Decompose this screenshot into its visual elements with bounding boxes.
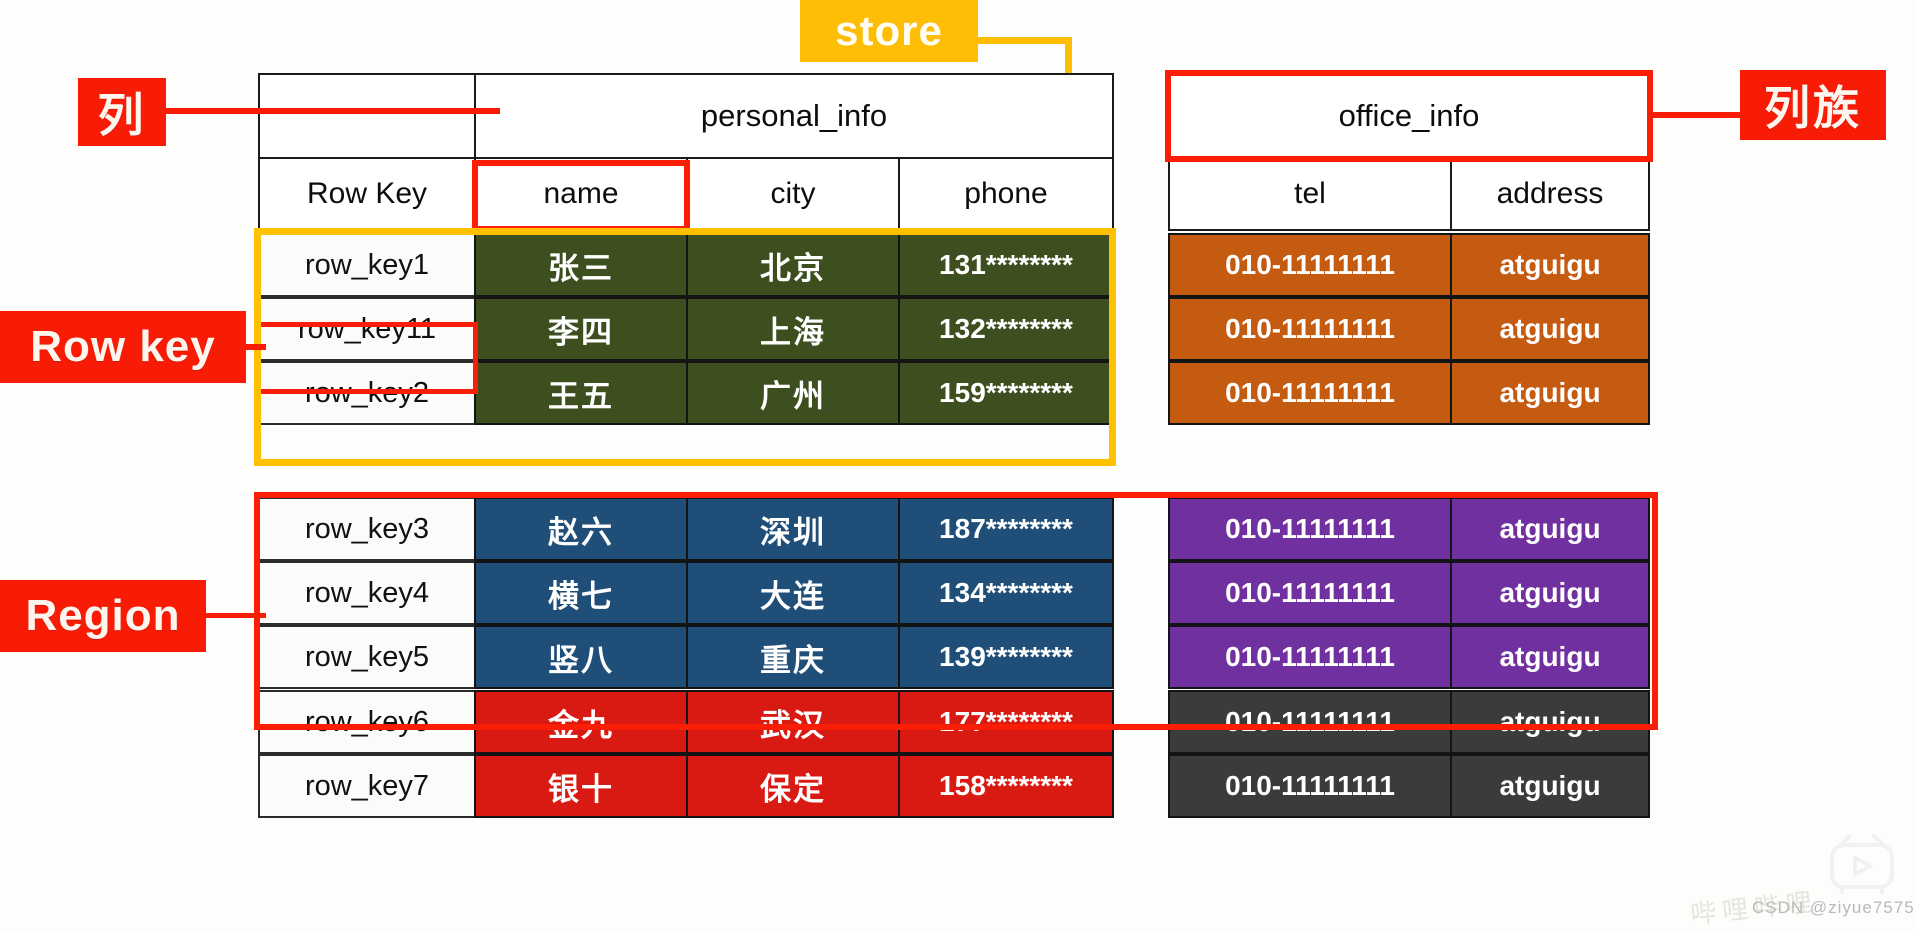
office-tel-cell: 010-11111111 <box>1168 297 1452 361</box>
office-address-cell: atguigu <box>1450 625 1650 689</box>
personal-city-cell: 大连 <box>686 561 900 625</box>
personal-corner-cell <box>258 73 476 159</box>
personal-rowkey-cell: row_key5 <box>258 625 476 689</box>
office-tel-cell: 010-11111111 <box>1168 561 1452 625</box>
office-tel-cell: 010-11111111 <box>1168 497 1452 561</box>
personal-city-cell: 重庆 <box>686 625 900 689</box>
annotation-column-family-connector <box>1650 112 1742 118</box>
store-label: store <box>800 0 978 62</box>
personal-city-cell: 保定 <box>686 754 900 818</box>
office-address-cell: atguigu <box>1450 297 1650 361</box>
personal-rowkey-cell: row_key1 <box>258 233 476 297</box>
personal-city-cell: 北京 <box>686 233 900 297</box>
personal-phone-cell: 158******** <box>898 754 1114 818</box>
personal-name-cell: 赵六 <box>474 497 688 561</box>
annotation-rowkey-label: Row key <box>0 311 246 383</box>
personal-phone-cell: 177******** <box>898 690 1114 754</box>
personal-city-cell: 广州 <box>686 361 900 425</box>
office-address-cell: atguigu <box>1450 690 1650 754</box>
office-tel-cell: 010-11111111 <box>1168 625 1452 689</box>
annotation-column-label: 列 <box>78 78 166 146</box>
personal-name-cell: 横七 <box>474 561 688 625</box>
office-address-cell: atguigu <box>1450 561 1650 625</box>
personal-phone-cell: 139******** <box>898 625 1114 689</box>
personal-rowkey-cell: row_key4 <box>258 561 476 625</box>
personal-city-cell: 武汉 <box>686 690 900 754</box>
annotation-region-connector <box>204 613 266 618</box>
personal-name-cell: 竖八 <box>474 625 688 689</box>
personal-family-header: personal_info <box>474 73 1114 159</box>
personal-rowkey-cell: row_key3 <box>258 497 476 561</box>
office-address-cell: atguigu <box>1450 754 1650 818</box>
personal-name-cell: 张三 <box>474 233 688 297</box>
office-address-cell: atguigu <box>1450 233 1650 297</box>
personal-phone-cell: 132******** <box>898 297 1114 361</box>
personal-name-cell: 王五 <box>474 361 688 425</box>
personal-name-cell: 李四 <box>474 297 688 361</box>
personal-rowkey-cell: row_key11 <box>258 297 476 361</box>
personal-name-cell: 银十 <box>474 754 688 818</box>
personal-phone-cell: 134******** <box>898 561 1114 625</box>
office-col-header-address: address <box>1450 157 1650 231</box>
office-col-header-tel: tel <box>1168 157 1452 231</box>
annotation-rowkey-connector <box>244 344 266 350</box>
office-address-cell: atguigu <box>1450 361 1650 425</box>
personal-phone-cell: 187******** <box>898 497 1114 561</box>
office-family-header: office_info <box>1168 73 1650 159</box>
office-address-cell: atguigu <box>1450 497 1650 561</box>
office-tel-cell: 010-11111111 <box>1168 233 1452 297</box>
annotation-region-label: Region <box>0 580 206 652</box>
office-tel-cell: 010-11111111 <box>1168 754 1452 818</box>
annotation-column-connector <box>164 108 500 114</box>
office-tel-cell: 010-11111111 <box>1168 361 1452 425</box>
personal-col-header-phone: phone <box>898 157 1114 231</box>
diagram-canvas: store personal_info Row Key name city ph… <box>0 0 1916 930</box>
watermark-credit: CSDN @ziyue7575 <box>1752 898 1915 917</box>
personal-city-cell: 上海 <box>686 297 900 361</box>
store-connector-horizontal <box>976 37 1072 44</box>
office-tel-cell: 010-11111111 <box>1168 690 1452 754</box>
personal-rowkey-cell: row_key6 <box>258 690 476 754</box>
bilibili-logo-icon <box>1826 832 1898 901</box>
personal-rowkey-cell: row_key2 <box>258 361 476 425</box>
personal-col-header-name: name <box>474 157 688 231</box>
personal-rowkey-cell: row_key7 <box>258 754 476 818</box>
personal-phone-cell: 159******** <box>898 361 1114 425</box>
personal-col-header-city: city <box>686 157 900 231</box>
personal-phone-cell: 131******** <box>898 233 1114 297</box>
annotation-column-family-label: 列族 <box>1740 70 1886 140</box>
personal-rowkey-header: Row Key <box>258 157 476 231</box>
personal-name-cell: 金九 <box>474 690 688 754</box>
personal-city-cell: 深圳 <box>686 497 900 561</box>
